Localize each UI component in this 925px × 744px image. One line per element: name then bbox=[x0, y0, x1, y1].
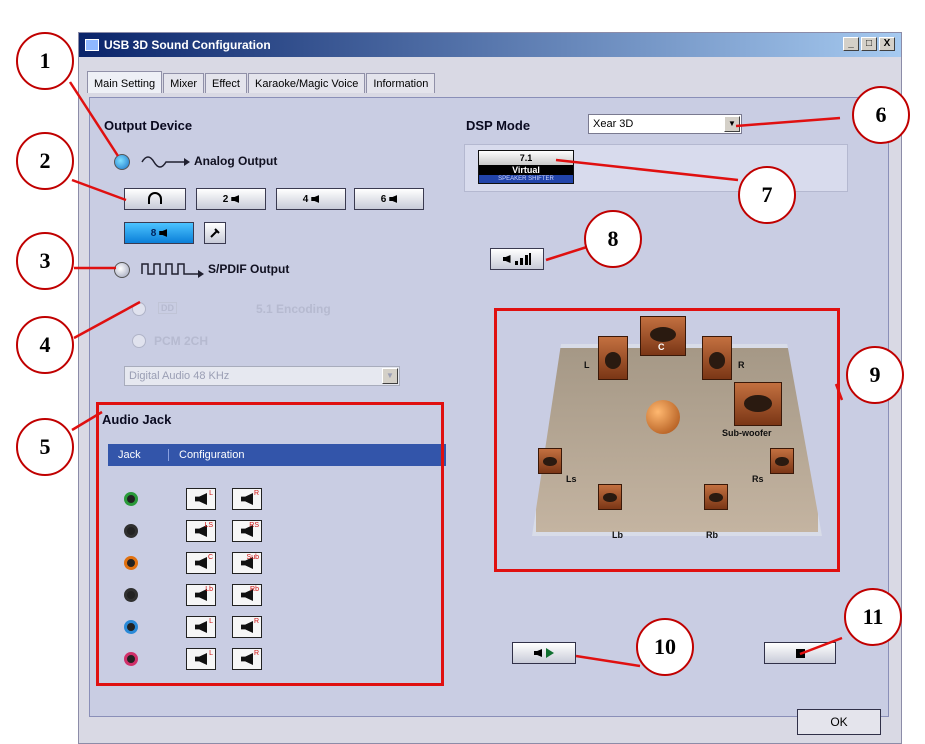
callout-5: 5 bbox=[16, 418, 74, 476]
callout-9: 9 bbox=[846, 346, 904, 404]
callout-7: 7 bbox=[738, 166, 796, 224]
callout-lines bbox=[68, 81, 844, 668]
callout-8: 8 bbox=[584, 210, 642, 268]
callout-1: 1 bbox=[16, 32, 74, 90]
callout-2: 2 bbox=[16, 132, 74, 190]
callout-4: 4 bbox=[16, 316, 74, 374]
callout-10: 10 bbox=[636, 618, 694, 676]
callout-11: 11 bbox=[844, 588, 902, 646]
callout-6: 6 bbox=[852, 86, 910, 144]
callout-3: 3 bbox=[16, 232, 74, 290]
